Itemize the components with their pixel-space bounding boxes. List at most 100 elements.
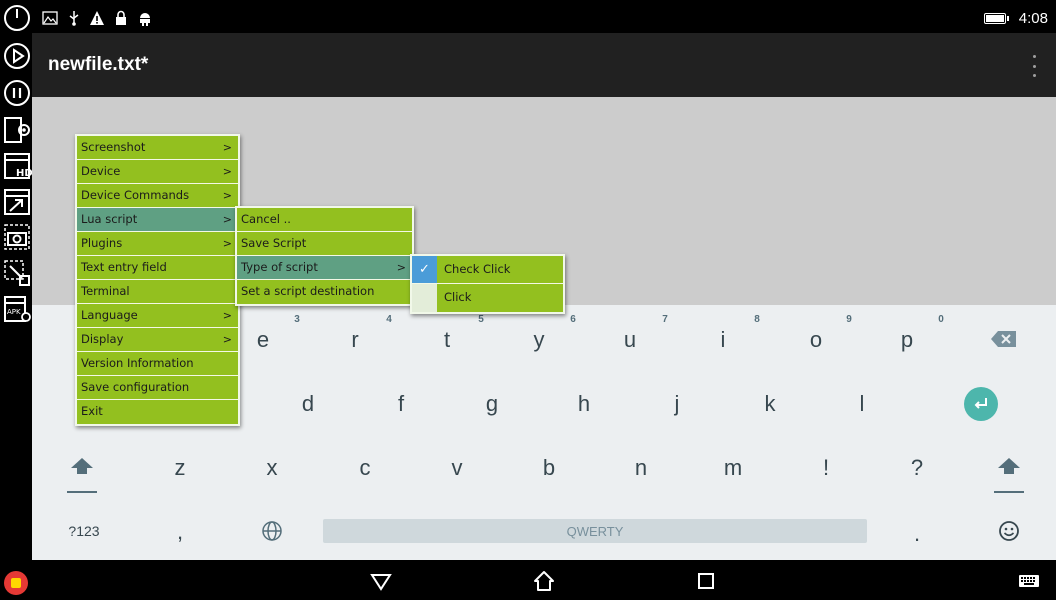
left-toolbar: HD APK xyxy=(0,0,32,600)
chevron-right-icon: > xyxy=(222,165,232,178)
key-j[interactable]: j xyxy=(657,391,697,417)
key-hint: 5 xyxy=(478,314,484,325)
key-v[interactable]: v xyxy=(437,455,477,481)
crop-icon[interactable] xyxy=(2,258,32,288)
menu-item-label: Version Information xyxy=(81,356,194,370)
play-icon[interactable] xyxy=(2,41,32,71)
key-k[interactable]: k xyxy=(750,391,790,417)
key-c[interactable]: c xyxy=(345,455,385,481)
key-b[interactable]: b xyxy=(529,455,569,481)
hd-label: HD xyxy=(16,168,32,179)
menu-item-label: Save configuration xyxy=(81,380,190,394)
key-r[interactable]: r xyxy=(335,327,375,353)
shift-icon xyxy=(71,458,93,474)
menu-item-label: Type of script xyxy=(241,260,318,274)
menu-item-screenshot[interactable]: Screenshot > xyxy=(77,136,238,160)
menu-item-label: Language xyxy=(81,308,138,322)
key-z[interactable]: z xyxy=(160,455,200,481)
period-key[interactable]: . xyxy=(897,521,937,547)
menu-item-check-click[interactable]: ✓ Check Click xyxy=(412,256,563,284)
symbols-key[interactable]: ?123 xyxy=(62,523,106,539)
lua-script-submenu: Cancel .. Save Script Type of script > Set a… xyxy=(235,206,414,306)
menu-item-text-entry-field[interactable]: Text entry field xyxy=(77,256,238,280)
menu-item-label: Save Script xyxy=(241,236,307,250)
enter-key[interactable] xyxy=(964,387,998,421)
menu-item-set-a-script-destination[interactable]: Set a script destination xyxy=(237,280,412,304)
key-y[interactable]: y xyxy=(519,327,559,353)
gallery-icon xyxy=(42,10,58,26)
key-n[interactable]: n xyxy=(621,455,661,481)
globe-icon[interactable] xyxy=(261,520,283,542)
menu-item-device[interactable]: Device > xyxy=(77,160,238,184)
menu-item-save-configuration[interactable]: Save configuration xyxy=(77,376,238,400)
camera-icon[interactable] xyxy=(2,222,32,252)
chevron-right-icon: > xyxy=(222,189,232,202)
menu-item-display[interactable]: Display > xyxy=(77,328,238,352)
key-8[interactable]: ? xyxy=(897,455,937,481)
menu-item-label: Set a script destination xyxy=(241,284,375,298)
emoji-icon[interactable] xyxy=(998,520,1020,542)
shift-icon xyxy=(998,458,1020,474)
chevron-right-icon: > xyxy=(222,309,232,322)
menu-item-exit[interactable]: Exit xyxy=(77,400,238,424)
usb-icon xyxy=(66,10,82,26)
settings-screen-icon[interactable] xyxy=(2,115,32,145)
key-e[interactable]: e xyxy=(243,327,283,353)
check-cell xyxy=(412,284,437,312)
menu-item-terminal[interactable]: Terminal xyxy=(77,280,238,304)
backspace-key[interactable] xyxy=(990,329,1018,349)
key-o[interactable]: o xyxy=(796,327,836,353)
recents-icon[interactable] xyxy=(695,570,717,592)
hd-icon[interactable]: HD xyxy=(2,151,32,181)
menu-item-plugins[interactable]: Plugins > xyxy=(77,232,238,256)
space-key[interactable]: QWERTY xyxy=(323,519,867,543)
key-x[interactable]: x xyxy=(252,455,292,481)
key-g[interactable]: g xyxy=(472,391,512,417)
menu-item-label: Exit xyxy=(81,404,103,418)
key-7[interactable]: ! xyxy=(806,455,846,481)
key-u[interactable]: u xyxy=(610,327,650,353)
key-hint: 8 xyxy=(754,314,760,325)
overflow-menu-icon[interactable] xyxy=(1030,55,1038,77)
key-l[interactable]: l xyxy=(842,391,882,417)
menu-item-type-of-script[interactable]: Type of script > xyxy=(237,256,412,280)
check-icon: ✓ xyxy=(419,262,430,277)
device-screen: HD APK 4:08 newfile.txt* 3 4 5 6 7 8 9 0… xyxy=(0,0,1056,600)
record-stop-icon[interactable] xyxy=(4,571,28,595)
resize-icon[interactable] xyxy=(2,187,32,217)
key-m[interactable]: m xyxy=(713,455,753,481)
menu-item-language[interactable]: Language > xyxy=(77,304,238,328)
menu-item-device-commands[interactable]: Device Commands > xyxy=(77,184,238,208)
menu-item-label: Terminal xyxy=(81,284,130,298)
apk-settings-icon[interactable]: APK xyxy=(2,294,32,324)
key-h[interactable]: h xyxy=(564,391,604,417)
comma-key[interactable]: , xyxy=(160,519,200,545)
menu-item-label: Text entry field xyxy=(81,260,167,274)
key-f[interactable]: f xyxy=(381,391,421,417)
key-d[interactable]: d xyxy=(288,391,328,417)
shift-key-right[interactable] xyxy=(993,457,1025,493)
key-t[interactable]: t xyxy=(427,327,467,353)
power-icon[interactable] xyxy=(2,3,32,33)
key-i[interactable]: i xyxy=(703,327,743,353)
menu-item-lua-script[interactable]: Lua script > xyxy=(77,208,238,232)
pause-icon[interactable] xyxy=(2,78,32,108)
menu-item-label: Check Click xyxy=(444,262,511,276)
shift-key-left[interactable] xyxy=(66,457,98,493)
menu-item-save-script[interactable]: Save Script xyxy=(237,232,412,256)
menu-item-label: Plugins xyxy=(81,236,123,250)
menu-item-click[interactable]: Click xyxy=(412,284,563,312)
menu-item-cancel[interactable]: Cancel .. xyxy=(237,208,412,232)
chevron-right-icon: > xyxy=(222,213,232,226)
keyboard-switch-icon[interactable] xyxy=(1018,570,1040,592)
menu-item-label: Display xyxy=(81,332,124,346)
navigation-bar xyxy=(32,560,1056,600)
key-p[interactable]: p xyxy=(887,327,927,353)
back-icon[interactable] xyxy=(370,570,392,592)
key-hint: 9 xyxy=(846,314,852,325)
key-hint: 6 xyxy=(570,314,576,325)
menu-item-version-information[interactable]: Version Information xyxy=(77,352,238,376)
backspace-icon xyxy=(991,331,1016,347)
home-icon[interactable] xyxy=(533,570,555,592)
enter-icon xyxy=(974,398,987,409)
